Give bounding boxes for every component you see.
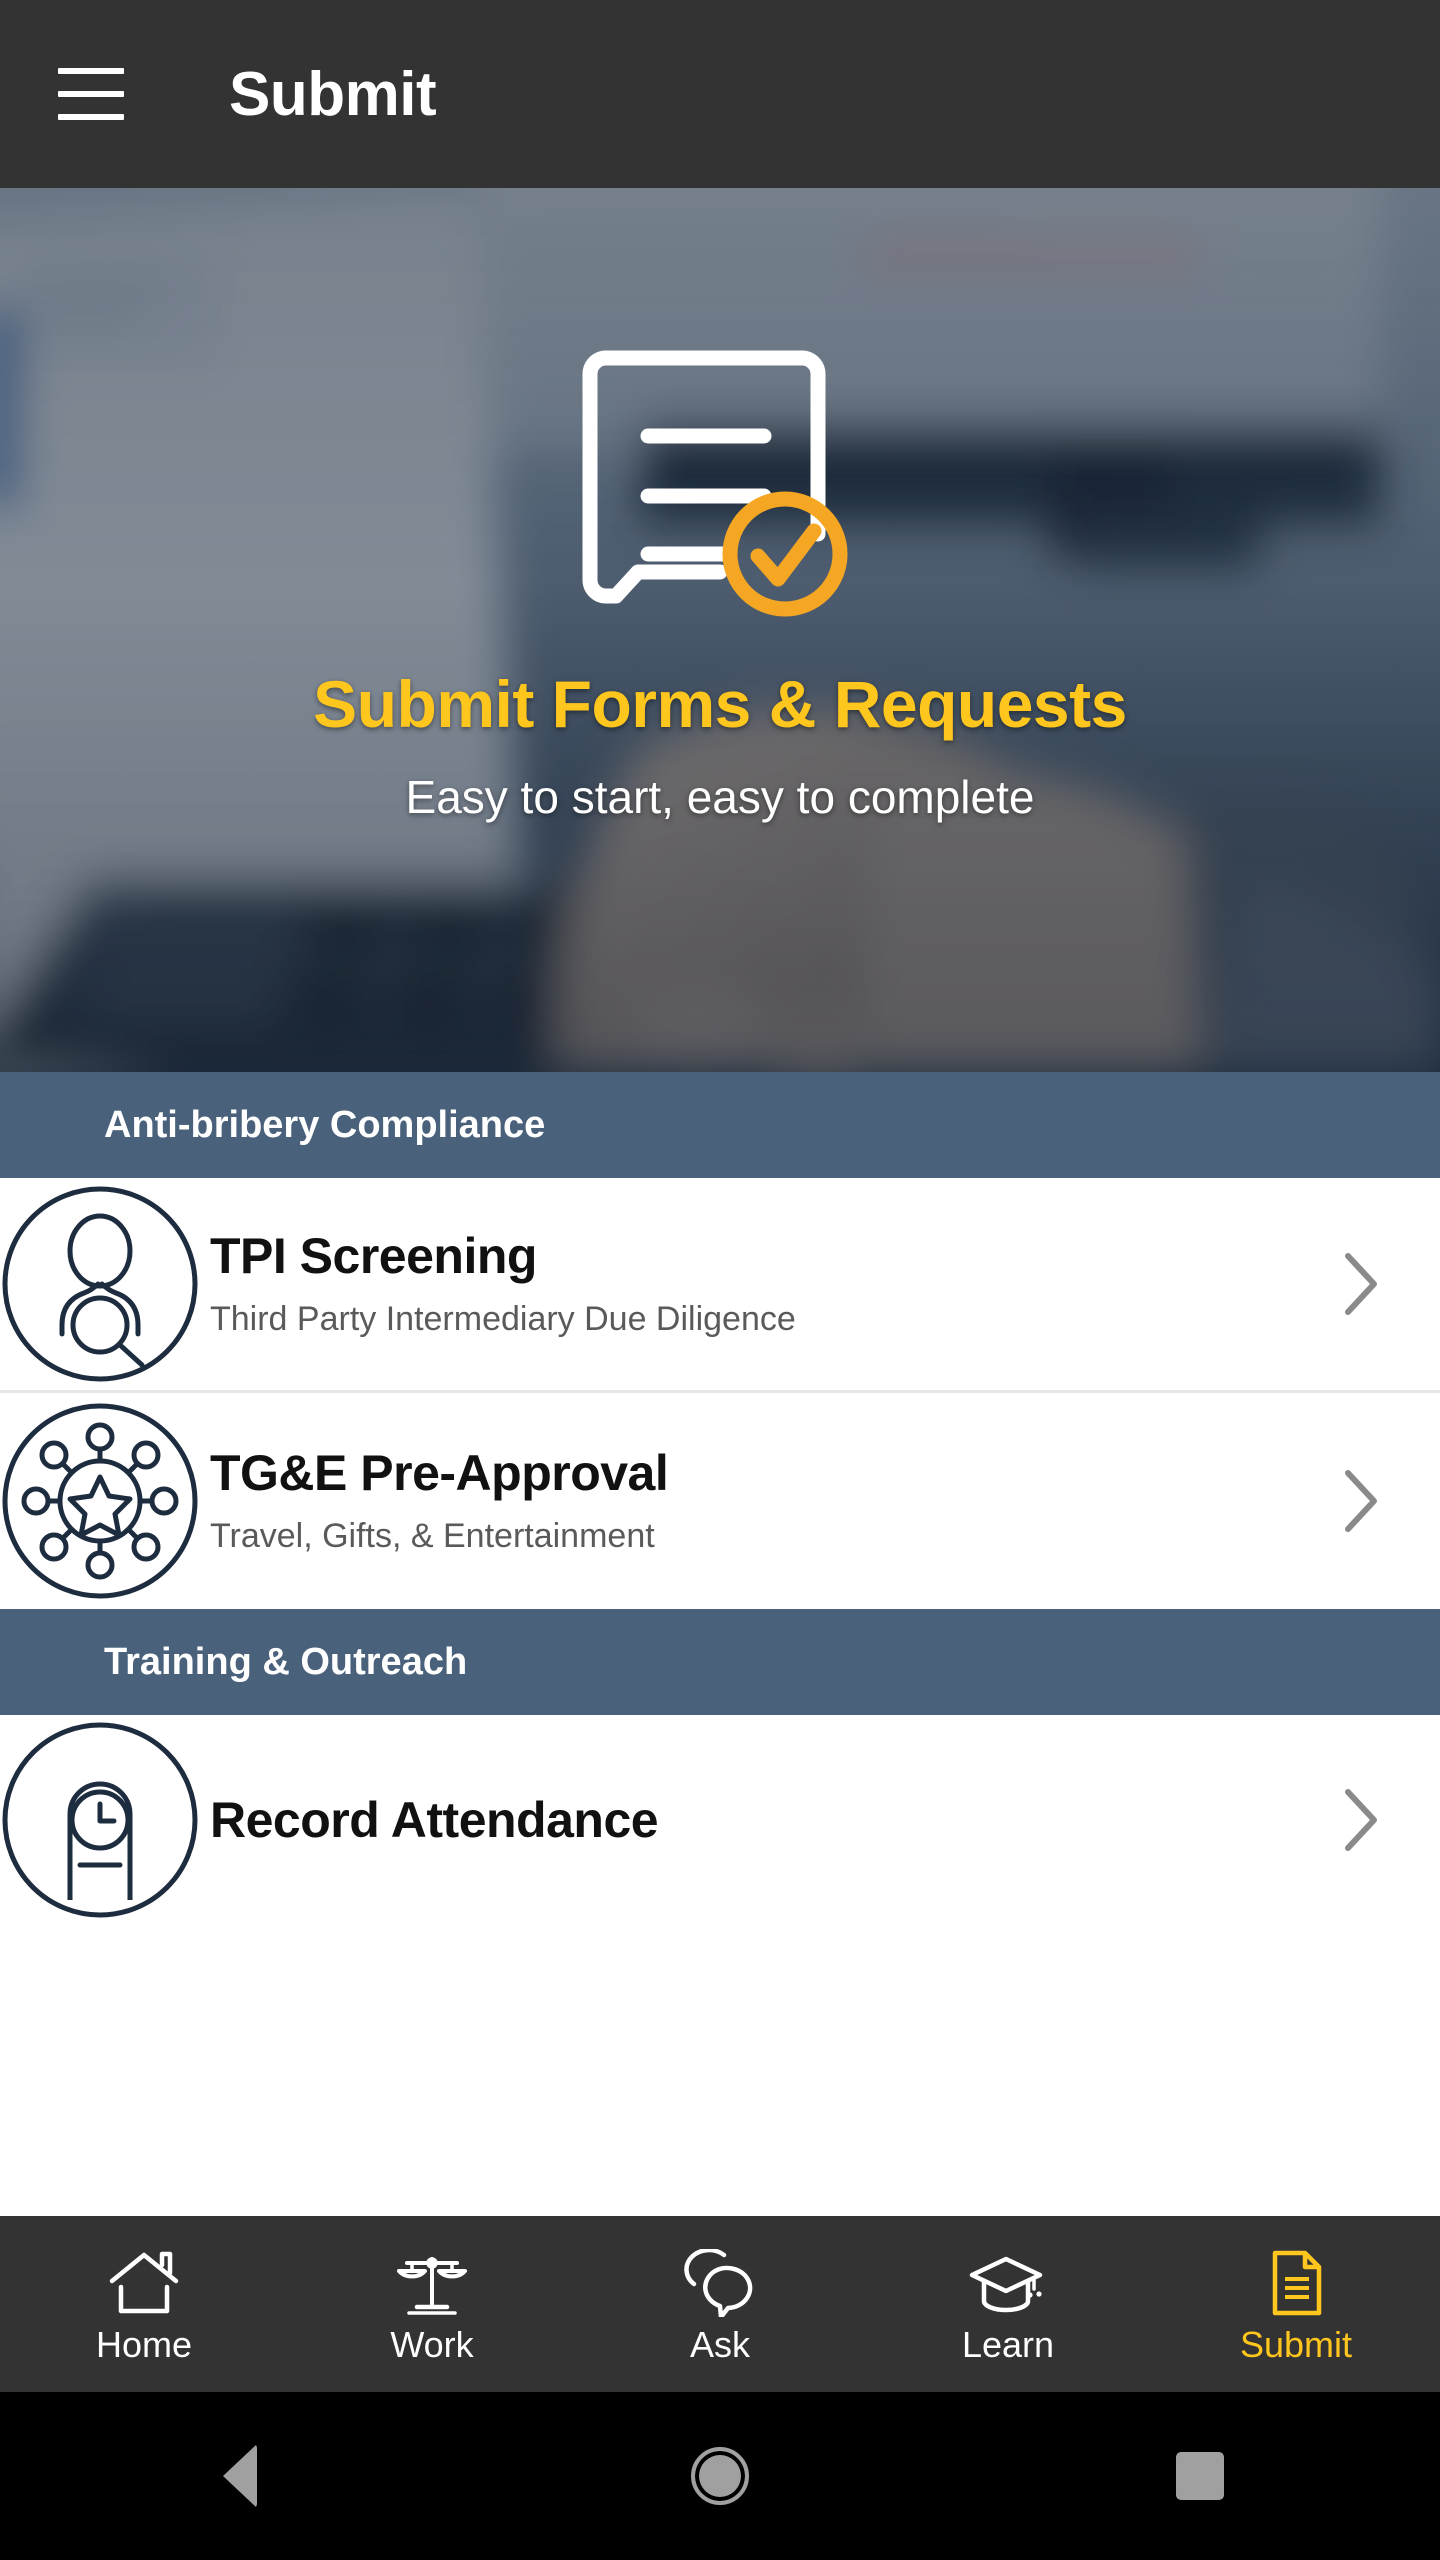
hero-subtitle: Easy to start, easy to complete xyxy=(405,771,1035,823)
chevron-right-icon[interactable] xyxy=(1320,1465,1400,1537)
nav-item-learn[interactable]: Learn xyxy=(864,2216,1152,2392)
chevron-right-icon[interactable] xyxy=(1320,1784,1400,1856)
hero-title: Submit Forms & Requests xyxy=(313,667,1127,741)
nav-label-work: Work xyxy=(390,2324,474,2365)
list-item-title: TG&E Pre-Approval xyxy=(210,1445,669,1502)
list-item-text: TPI Screening Third Party Intermediary D… xyxy=(200,1228,1320,1339)
nav-item-work[interactable]: Work xyxy=(288,2216,576,2392)
back-triangle-icon[interactable] xyxy=(0,2444,480,2508)
section-header-label: Training & Outreach xyxy=(104,1640,468,1683)
section-header-label: Anti-bribery Compliance xyxy=(104,1103,546,1146)
page-title: Submit xyxy=(229,59,437,129)
app-bar: Submit xyxy=(0,0,1440,188)
list-item-text: Record Attendance xyxy=(200,1791,1320,1848)
chevron-right-icon[interactable] xyxy=(1320,1248,1400,1320)
person-search-icon xyxy=(0,1184,200,1384)
list-training-outreach: Record Attendance xyxy=(0,1715,1440,1925)
star-network-icon xyxy=(0,1401,200,1601)
list-item-subtitle: Third Party Intermediary Due Diligence xyxy=(210,1300,796,1339)
section-header-training-outreach: Training & Outreach xyxy=(0,1609,1440,1715)
house-icon xyxy=(107,2245,181,2317)
graduation-cap-icon xyxy=(968,2245,1048,2317)
list-item-text: TG&E Pre-Approval Travel, Gifts, & Enter… xyxy=(200,1445,1320,1556)
scales-of-justice-icon xyxy=(395,2245,469,2317)
nav-label-learn: Learn xyxy=(961,2324,1055,2365)
app-screen: Submit Submit Forms & Requests Easy to s… xyxy=(0,0,1440,2560)
speech-bubbles-icon xyxy=(680,2245,760,2317)
android-system-bar xyxy=(0,2392,1440,2560)
list-item-subtitle: Travel, Gifts, & Entertainment xyxy=(210,1517,655,1556)
nav-item-submit[interactable]: Submit xyxy=(1152,2216,1440,2392)
hero-banner: Submit Forms & Requests Easy to start, e… xyxy=(0,188,1440,1072)
home-circle-icon[interactable] xyxy=(480,2447,960,2505)
nav-label-home: Home xyxy=(95,2324,193,2365)
hamburger-menu-icon[interactable] xyxy=(58,68,124,120)
nav-label-ask: Ask xyxy=(689,2324,750,2365)
list-item-tge-pre-approval[interactable]: TG&E Pre-Approval Travel, Gifts, & Enter… xyxy=(0,1393,1440,1609)
list-item-title: Record Attendance xyxy=(210,1791,659,1848)
nav-item-ask[interactable]: Ask xyxy=(576,2216,864,2392)
nav-item-home[interactable]: Home xyxy=(0,2216,288,2392)
document-check-icon xyxy=(570,336,870,626)
recents-square-icon[interactable] xyxy=(960,2452,1440,2500)
clock-badge-icon xyxy=(0,1720,200,1920)
list-anti-bribery: TPI Screening Third Party Intermediary D… xyxy=(0,1178,1440,1609)
document-lines-icon xyxy=(1263,2245,1329,2317)
list-item-record-attendance[interactable]: Record Attendance xyxy=(0,1715,1440,1925)
list-item-title: TPI Screening xyxy=(210,1228,537,1285)
bottom-navigation-bar: Home Work Ask Learn Submit xyxy=(0,2216,1440,2392)
list-item-tpi-screening[interactable]: TPI Screening Third Party Intermediary D… xyxy=(0,1178,1440,1390)
section-header-anti-bribery: Anti-bribery Compliance xyxy=(0,1072,1440,1178)
nav-label-submit: Submit xyxy=(1239,2324,1353,2365)
